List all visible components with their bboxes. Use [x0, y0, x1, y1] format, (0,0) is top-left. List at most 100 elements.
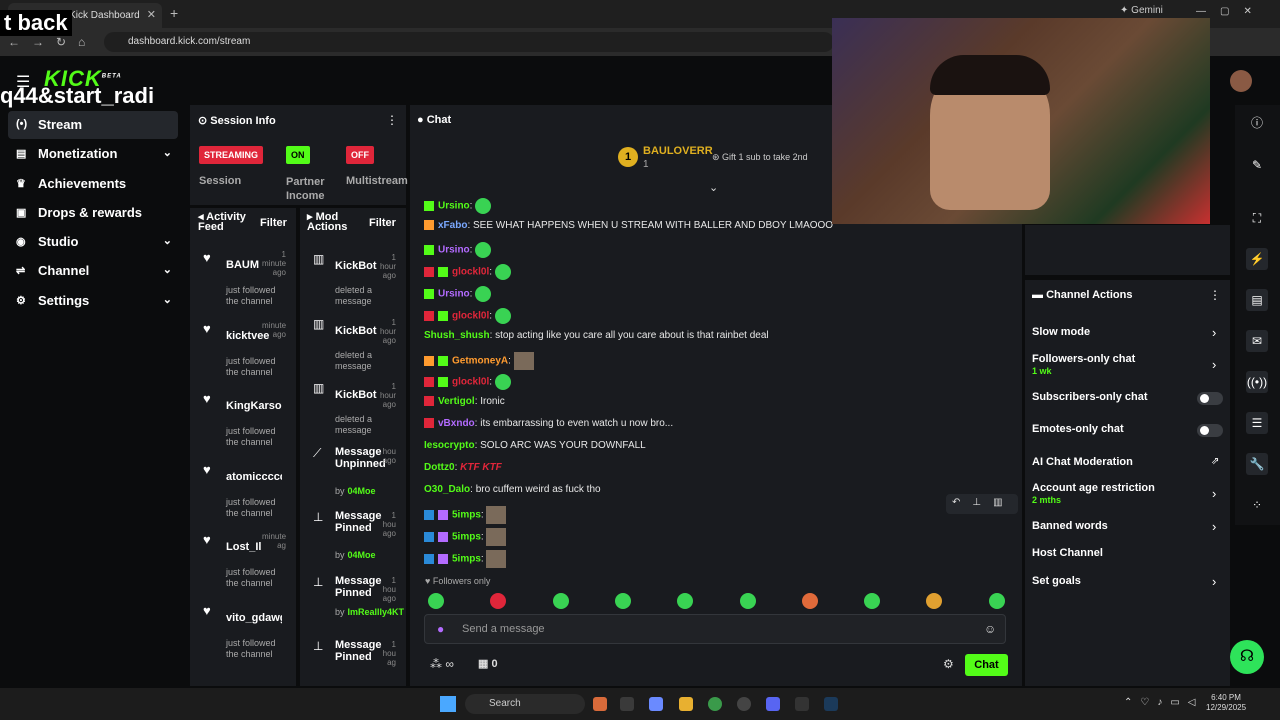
store-icon[interactable]: ▦ 0: [478, 657, 498, 670]
chevron-right-icon[interactable]: ›: [1212, 357, 1216, 372]
pin-icon[interactable]: ⊥: [972, 497, 993, 508]
window-controls[interactable]: —▢✕: [1196, 6, 1266, 17]
partner-on-badge[interactable]: ON: [286, 146, 310, 164]
chat-username[interactable]: Ursino: [438, 289, 470, 300]
gemini-button[interactable]: ✦ Gemini: [1120, 5, 1163, 16]
mod-filter-button[interactable]: Filter: [369, 217, 396, 229]
sidebar-item-monetization[interactable]: ▤ Monetization ⌄: [8, 140, 178, 168]
top-gifter-name[interactable]: BAULOVERR: [643, 145, 713, 157]
steam-icon[interactable]: [824, 697, 838, 711]
chat-username[interactable]: 5imps: [452, 532, 481, 543]
kebab-menu-icon[interactable]: ⋮: [386, 113, 398, 127]
chat-username[interactable]: xFabo: [438, 220, 467, 231]
chat-username[interactable]: 5imps: [452, 510, 481, 521]
taskbar-app-icon[interactable]: [649, 697, 663, 711]
multistream-off-badge[interactable]: OFF: [346, 146, 374, 164]
taskbar-search[interactable]: Search: [465, 694, 585, 714]
sidebar-item-stream[interactable]: (•) Stream: [8, 111, 178, 139]
delete-icon[interactable]: ▥: [993, 497, 1014, 508]
pencil-icon[interactable]: ✎: [1246, 154, 1268, 176]
chat-username[interactable]: GetmoneyA: [452, 356, 508, 367]
chat-bubble-icon[interactable]: ✉: [1246, 330, 1268, 352]
apps-icon[interactable]: ⁘: [1246, 494, 1268, 516]
folder-icon[interactable]: [679, 697, 693, 711]
mod-action-by-user[interactable]: 04Moe: [348, 550, 376, 560]
fullscreen-icon[interactable]: ⛶: [1246, 207, 1268, 229]
channel-action-label[interactable]: Slow mode: [1032, 326, 1090, 338]
chat-username[interactable]: vBxndo: [438, 418, 475, 429]
kebab-menu-icon[interactable]: ⋮: [1209, 288, 1221, 302]
chat-username[interactable]: glockl0l: [452, 311, 489, 322]
taskbar-app-icon[interactable]: [593, 697, 607, 711]
chat-username[interactable]: Vertigol: [438, 396, 475, 407]
taskbar-app-icon[interactable]: [795, 697, 809, 711]
chevron-right-icon[interactable]: ›: [1212, 486, 1216, 501]
taskbar-app-icon[interactable]: [737, 697, 751, 711]
emoji-icon[interactable]: ☺: [984, 622, 996, 636]
channel-action-label[interactable]: AI Chat Moderation: [1032, 456, 1133, 468]
emote-button[interactable]: [614, 593, 631, 609]
mod-action-by-user[interactable]: ImReallly4KT: [348, 607, 405, 617]
activity-username[interactable]: KingKarson1: [226, 400, 282, 412]
user-avatar[interactable]: [1230, 70, 1252, 92]
emote-button[interactable]: [864, 593, 881, 609]
chat-input-placeholder[interactable]: Send a message: [462, 623, 545, 635]
sidebar-item-studio[interactable]: ◉ Studio ⌄: [8, 228, 178, 256]
channel-action-label[interactable]: Emotes-only chat: [1032, 423, 1124, 435]
microphone-icon[interactable]: ●: [437, 622, 444, 636]
gift-sub-prompt[interactable]: ⊛ Gift 1 sub to take 2nd: [712, 152, 808, 163]
new-tab-button[interactable]: +: [170, 5, 178, 21]
chevron-right-icon[interactable]: ›: [1212, 574, 1216, 589]
lightning-icon[interactable]: ⚡: [1246, 248, 1268, 270]
message-actions[interactable]: ↶⊥▥: [946, 494, 1018, 514]
activity-filter-button[interactable]: Filter: [260, 217, 287, 229]
support-headset-icon[interactable]: ☊: [1230, 640, 1264, 674]
channel-action-label[interactable]: Subscribers-only chat: [1032, 391, 1148, 403]
chat-settings-gear-icon[interactable]: ⚙: [943, 657, 954, 671]
chat-username[interactable]: Iesocrypto: [424, 440, 475, 451]
toggle-switch[interactable]: [1197, 392, 1223, 405]
server-icon[interactable]: ☰: [1246, 412, 1268, 434]
channel-action-label[interactable]: Host Channel: [1032, 547, 1103, 559]
tab-close-icon[interactable]: ✕: [147, 8, 156, 21]
chrome-icon[interactable]: [708, 697, 722, 711]
chat-username[interactable]: Dottz0: [424, 462, 455, 473]
points-icon[interactable]: ⁂ ∞: [430, 657, 454, 671]
system-tray[interactable]: ⌃♡♪▭◁: [1124, 697, 1203, 708]
activity-username[interactable]: atomiccccccc: [226, 471, 282, 483]
channel-action-label[interactable]: Set goals: [1032, 575, 1081, 587]
emote-button[interactable]: [739, 593, 756, 609]
channel-action-label[interactable]: Followers-only chat: [1032, 353, 1135, 365]
chat-username[interactable]: Ursino: [438, 201, 470, 212]
taskbar-app-icon[interactable]: [620, 697, 634, 711]
wrench-icon[interactable]: 🔧: [1246, 453, 1268, 475]
url-field[interactable]: dashboard.kick.com/stream: [104, 32, 834, 52]
chat-username[interactable]: Shush_shush: [424, 330, 490, 341]
sidebar-item-settings[interactable]: ⚙ Settings ⌄: [8, 287, 178, 315]
external-link-icon[interactable]: ⇗: [1211, 456, 1219, 467]
sidebar-item-drops[interactable]: ▣ Drops & rewards: [8, 199, 178, 227]
taskbar-clock[interactable]: 6:40 PM 12/29/2025: [1206, 693, 1246, 713]
collapse-icon[interactable]: ⌄: [709, 181, 718, 194]
chat-username[interactable]: Ursino: [438, 245, 470, 256]
activity-username[interactable]: vito_gdawgr: [226, 612, 282, 624]
chat-username[interactable]: O30_Dalo: [424, 484, 470, 495]
emote-button[interactable]: [428, 593, 444, 609]
notes-icon[interactable]: ▤: [1246, 289, 1268, 311]
channel-action-label[interactable]: Account age restriction: [1032, 482, 1155, 494]
browser-nav-buttons[interactable]: ←→↻⌂: [8, 35, 97, 49]
mod-action-by-user[interactable]: 04Moe: [348, 486, 376, 496]
toggle-switch[interactable]: [1197, 424, 1223, 437]
chat-username[interactable]: 5imps: [452, 554, 481, 565]
chevron-right-icon[interactable]: ›: [1212, 519, 1216, 534]
chat-username[interactable]: glockl0l: [452, 377, 489, 388]
emote-button[interactable]: [988, 593, 1005, 609]
sidebar-item-achievements[interactable]: ♛ Achievements: [8, 170, 178, 198]
undo-icon[interactable]: ↶: [952, 497, 972, 508]
info-icon[interactable]: ⓘ: [1246, 112, 1268, 134]
send-chat-button[interactable]: Chat: [965, 654, 1008, 676]
windows-start-icon[interactable]: [440, 696, 456, 712]
chat-username[interactable]: glockl0l: [452, 267, 489, 278]
emote-button[interactable]: [552, 593, 569, 609]
broadcast-icon[interactable]: ((•)): [1246, 371, 1268, 393]
